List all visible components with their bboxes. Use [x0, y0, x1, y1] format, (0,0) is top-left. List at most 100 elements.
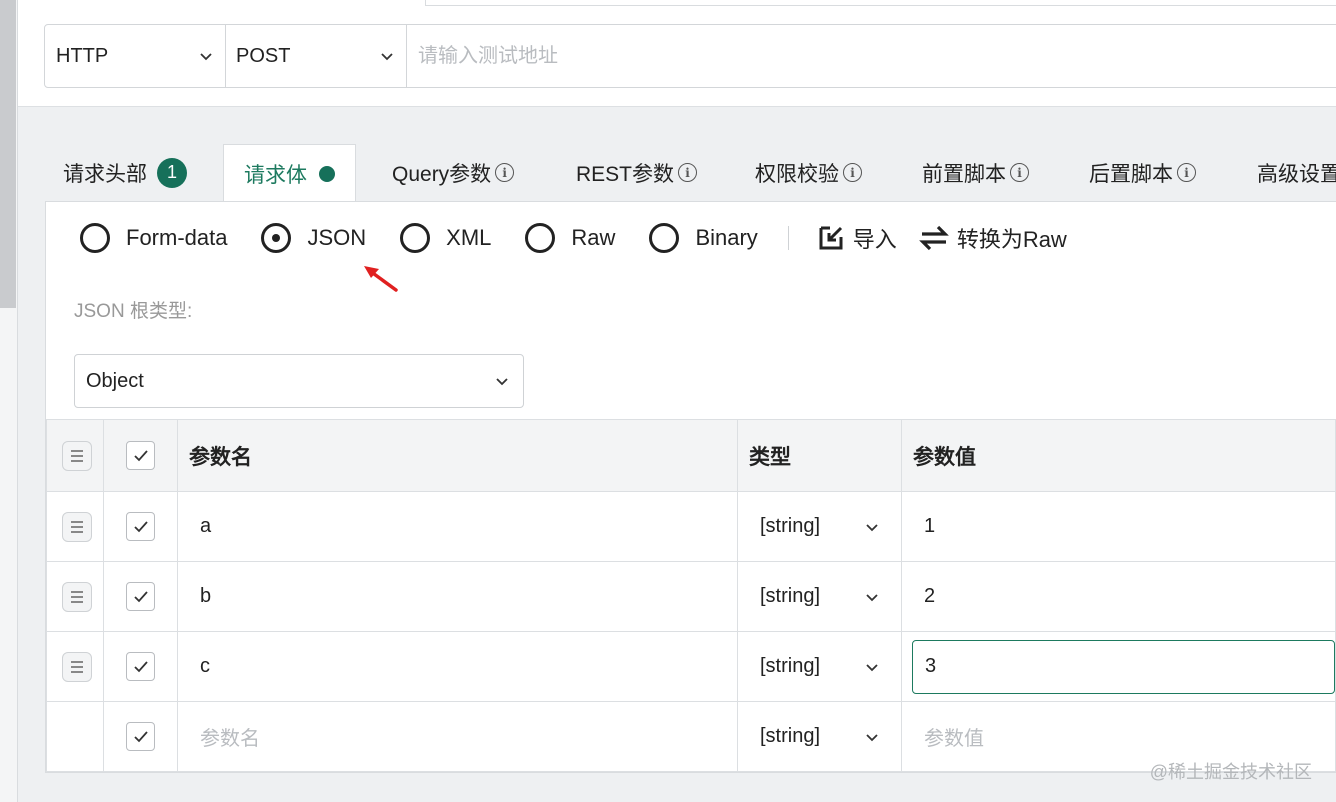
param-value-cell[interactable]: 1	[901, 491, 1336, 562]
tab-label: Query参数	[392, 162, 492, 186]
row-checkbox[interactable]	[126, 512, 155, 541]
body-type-radios: Form-data JSON XML Raw Binary 导入 转换为Raw	[80, 220, 1089, 256]
param-value: 2	[924, 585, 936, 607]
header-type: 类型	[737, 419, 902, 492]
top-divider	[426, 5, 1336, 6]
radio-form-data[interactable]: Form-data	[80, 223, 227, 253]
param-name-cell[interactable]: 参数名	[177, 701, 738, 772]
tab-label: 权限校验	[755, 162, 839, 186]
check-icon	[133, 590, 148, 602]
header-param-name: 参数名	[177, 419, 738, 492]
status-dot-icon	[319, 165, 335, 182]
row-check-cell	[103, 631, 178, 702]
row-handle-cell	[46, 491, 104, 562]
drag-handle-icon[interactable]	[62, 511, 92, 542]
import-button[interactable]: 导入	[817, 222, 897, 254]
json-root-type-label: JSON 根类型:	[74, 301, 193, 322]
radio-json[interactable]: JSON	[261, 223, 366, 253]
row-handle-cell	[46, 561, 104, 632]
param-type: [string]	[760, 585, 821, 607]
tab-label: REST参数	[576, 162, 675, 186]
param-value-input[interactable]: 3	[912, 639, 1335, 694]
menu-icon[interactable]	[62, 440, 92, 471]
row-handle-cell	[46, 701, 104, 772]
header-check-cell	[103, 419, 178, 492]
tab-label: 请求体	[244, 163, 307, 187]
row-handle-cell	[46, 631, 104, 702]
row-checkbox[interactable]	[126, 582, 155, 611]
json-root-type-select[interactable]: Object	[74, 354, 524, 408]
param-type: [string]	[760, 655, 821, 677]
info-icon: i	[495, 163, 515, 182]
row-checkbox[interactable]	[126, 652, 155, 681]
table-header-row: 参数名 类型 参数值	[46, 419, 1336, 492]
param-value-cell[interactable]: 2	[901, 561, 1336, 632]
method-select[interactable]: POST	[226, 25, 407, 87]
radio-circle-icon	[649, 223, 680, 253]
param-name-cell[interactable]: b	[177, 561, 738, 632]
table-row: a [string] 1	[46, 491, 1336, 562]
tab-pre-script[interactable]: 前置脚本 i	[922, 144, 1029, 201]
left-scrollbar[interactable]	[0, 0, 16, 308]
param-name-cell[interactable]: c	[177, 631, 738, 702]
radio-raw[interactable]: Raw	[525, 223, 615, 253]
chevron-down-icon	[866, 663, 878, 671]
tab-query-params[interactable]: Query参数 i	[392, 144, 515, 201]
top-tab-edge	[64, 0, 426, 6]
chevron-down-icon	[866, 523, 878, 531]
param-type-select[interactable]: [string]	[737, 701, 902, 772]
radio-circle-icon	[525, 223, 556, 253]
chevron-down-icon	[866, 593, 878, 601]
count-badge: 1	[157, 157, 187, 188]
convert-label: 转换为Raw	[956, 227, 1067, 252]
check-icon	[133, 730, 148, 742]
radio-circle-icon	[400, 223, 431, 253]
param-type-select[interactable]: [string]	[737, 631, 902, 702]
url-bar: HTTP POST	[44, 24, 1336, 88]
info-icon: i	[678, 163, 698, 182]
radio-label: XML	[446, 225, 492, 250]
url-input[interactable]	[407, 25, 1336, 87]
radio-binary[interactable]: Binary	[649, 223, 758, 253]
protocol-select[interactable]: HTTP	[45, 25, 226, 87]
radio-checked-icon	[261, 223, 292, 253]
param-value-cell[interactable]: 3	[901, 631, 1336, 702]
tab-headers[interactable]: 请求头部 1	[63, 144, 187, 201]
tab-post-script[interactable]: 后置脚本 i	[1089, 144, 1196, 201]
radio-xml[interactable]: XML	[400, 223, 491, 253]
param-value: 1	[924, 515, 936, 537]
chevron-down-icon	[200, 53, 212, 61]
protocol-value: HTTP	[56, 44, 109, 67]
tab-rest-params[interactable]: REST参数 i	[576, 144, 698, 201]
tab-label: 请求头部	[63, 162, 147, 186]
import-label: 导入	[852, 227, 897, 252]
watermark: @稀土掘金技术社区	[1149, 762, 1312, 782]
chevron-down-icon	[866, 733, 878, 741]
param-type: [string]	[760, 515, 821, 537]
tab-advanced[interactable]: 高级设置	[1257, 144, 1336, 201]
param-type-select[interactable]: [string]	[737, 561, 902, 632]
import-icon	[819, 226, 843, 250]
tab-auth[interactable]: 权限校验 i	[755, 144, 862, 201]
drag-handle-icon[interactable]	[62, 651, 92, 682]
param-value: 3	[925, 655, 937, 677]
row-check-cell	[103, 491, 178, 562]
param-type-select[interactable]: [string]	[737, 491, 902, 562]
chevron-down-icon	[496, 378, 508, 386]
param-type: [string]	[760, 725, 821, 747]
annotation-arrow-icon	[364, 266, 398, 292]
param-name: b	[200, 585, 212, 607]
radio-label: JSON	[307, 225, 367, 250]
select-all-checkbox[interactable]	[126, 441, 155, 470]
check-icon	[133, 660, 148, 672]
row-checkbox[interactable]	[126, 722, 155, 751]
param-name-cell[interactable]: a	[177, 491, 738, 562]
tab-body[interactable]: 请求体	[223, 144, 356, 202]
info-icon: i	[1010, 163, 1029, 182]
check-icon	[133, 449, 148, 461]
radio-label: Raw	[571, 225, 616, 250]
drag-handle-icon[interactable]	[62, 581, 92, 612]
convert-to-raw-button[interactable]: 转换为Raw	[918, 222, 1067, 254]
radio-label: Form-data	[126, 225, 228, 250]
row-check-cell	[103, 561, 178, 632]
